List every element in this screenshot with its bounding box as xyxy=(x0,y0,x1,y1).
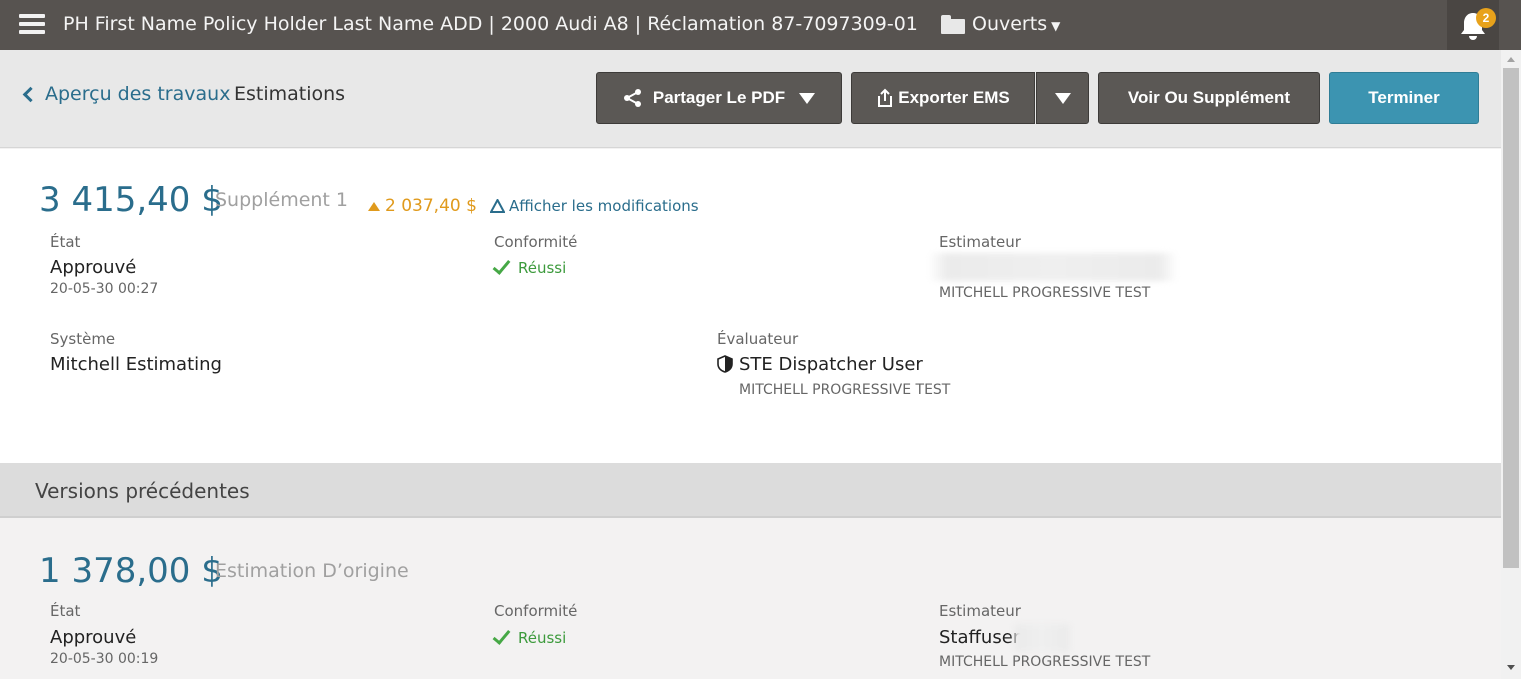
previous-estimate-amount: 1 378,00 $ xyxy=(39,551,223,591)
previous-compliance-status: Réussi xyxy=(492,625,567,647)
previous-compliance-value: Réussi xyxy=(518,629,567,647)
previous-versions-header: Versions précédentes xyxy=(0,463,1501,518)
previous-state-date: 20-05-30 00:19 xyxy=(50,651,159,667)
finish-label: Terminer xyxy=(1368,88,1440,107)
view-supplement-button[interactable]: Voir Ou Supplément xyxy=(1098,72,1320,124)
checkmark-icon xyxy=(492,255,511,275)
caret-down-icon xyxy=(799,92,816,104)
state-date: 20-05-30 00:27 xyxy=(50,281,159,297)
estimator-company: MITCHELL PROGRESSIVE TEST xyxy=(939,285,1151,301)
export-icon xyxy=(878,88,893,107)
previous-estimator-label: Estimateur xyxy=(939,602,1021,620)
compliance-label: Conformité xyxy=(494,233,578,251)
estimate-amount: 3 415,40 $ xyxy=(39,180,223,220)
compliance-value: Réussi xyxy=(518,259,567,277)
folder-status-dropdown[interactable]: Ouverts ▼ xyxy=(941,13,1060,35)
estimator-name-redacted xyxy=(928,253,1178,281)
previous-estimate-type: Estimation D’origine xyxy=(215,560,409,582)
previous-estimate-card: 1 378,00 $ Estimation D’origine État App… xyxy=(0,520,1501,679)
hamburger-menu-icon[interactable] xyxy=(19,14,45,36)
previous-versions-title: Versions précédentes xyxy=(35,479,250,503)
back-link[interactable]: Aperçu des travaux xyxy=(22,83,230,105)
view-supplement-label: Voir Ou Supplément xyxy=(1127,88,1291,107)
previous-state-value: Approuvé xyxy=(50,627,137,648)
caret-down-icon xyxy=(1054,92,1071,104)
page-header: Aperçu des travaux Estimations Partager … xyxy=(0,50,1501,148)
page-title: Estimations xyxy=(234,83,346,105)
export-ems-button[interactable]: Exporter EMS xyxy=(851,72,1035,124)
notification-count-badge: 2 xyxy=(1476,8,1496,28)
folder-status-label: Ouverts xyxy=(972,13,1048,35)
scroll-up-arrow-icon[interactable] xyxy=(1507,57,1515,62)
system-label: Système xyxy=(50,330,116,348)
shield-icon xyxy=(717,355,733,373)
claim-title: PH First Name Policy Holder Last Name AD… xyxy=(63,13,918,35)
folder-icon xyxy=(941,14,965,34)
export-options-dropdown[interactable] xyxy=(1036,72,1089,124)
previous-estimator-company: MITCHELL PROGRESSIVE TEST xyxy=(939,654,1151,670)
estimate-delta: 2 037,40 $ xyxy=(368,196,477,216)
estimator-label: Estimateur xyxy=(939,233,1021,251)
appraiser-label: Évaluateur xyxy=(717,330,799,348)
triangle-up-icon xyxy=(368,201,380,211)
share-pdf-label: Partager Le PDF xyxy=(652,88,786,107)
top-bar: PH First Name Policy Holder Last Name AD… xyxy=(0,0,1521,50)
compliance-status: Réussi xyxy=(492,255,567,277)
state-value: Approuvé xyxy=(50,257,137,278)
system-value: Mitchell Estimating xyxy=(50,354,222,375)
share-icon xyxy=(623,89,641,107)
estimate-type: Supplément 1 xyxy=(215,189,349,211)
delta-icon xyxy=(490,199,505,213)
show-changes-label: Afficher les modifications xyxy=(509,197,699,215)
back-link-label: Aperçu des travaux xyxy=(45,83,231,105)
notifications-button[interactable]: 2 xyxy=(1447,0,1499,50)
share-pdf-button[interactable]: Partager Le PDF xyxy=(596,72,842,124)
previous-state-label: État xyxy=(50,602,81,620)
export-ems-label: Exporter EMS xyxy=(898,88,1010,107)
state-label: État xyxy=(50,233,81,251)
estimate-delta-value: 2 037,40 $ xyxy=(385,196,477,216)
current-estimate-card: 3 415,40 $ Supplément 1 2 037,40 $ Affic… xyxy=(0,149,1501,463)
vertical-scrollbar[interactable] xyxy=(1501,50,1521,679)
previous-compliance-label: Conformité xyxy=(494,602,578,620)
scroll-down-arrow-icon[interactable] xyxy=(1507,665,1515,670)
caret-down-icon: ▼ xyxy=(1051,18,1061,33)
appraiser-company: MITCHELL PROGRESSIVE TEST xyxy=(739,382,951,398)
appraiser-value: STE Dispatcher User xyxy=(739,354,923,375)
chevron-left-icon xyxy=(22,86,39,102)
scrollbar-thumb[interactable] xyxy=(1503,68,1519,568)
previous-estimator-value: Staffuser xyxy=(939,627,1021,648)
finish-button[interactable]: Terminer xyxy=(1329,72,1479,124)
previous-estimator-name-redacted xyxy=(1012,624,1072,652)
show-changes-link[interactable]: Afficher les modifications xyxy=(490,197,699,215)
checkmark-icon xyxy=(492,625,511,645)
